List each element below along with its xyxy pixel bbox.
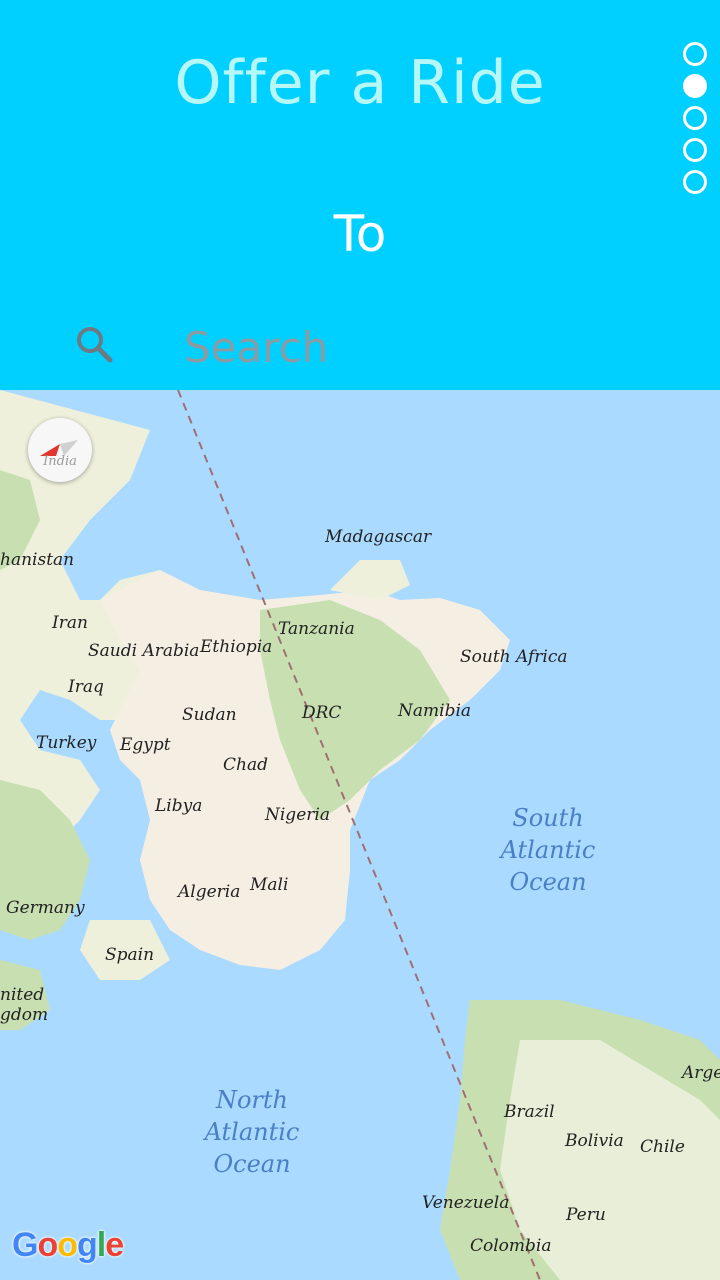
map-label: Ethiopia	[199, 637, 272, 657]
ocean-label: Atlantic	[203, 1118, 300, 1146]
map-label: hanistan	[0, 550, 74, 570]
map-label: DRC	[301, 703, 341, 723]
ocean-label: Ocean	[509, 868, 586, 896]
map-label: Iraq	[67, 677, 104, 697]
map-label: Saudi Arabia	[88, 641, 199, 661]
map-label: Madagascar	[324, 527, 432, 547]
map-label: Nigeria	[264, 805, 330, 825]
map-label: South Africa	[460, 647, 568, 667]
map-label: Egypt	[119, 735, 171, 755]
map-label: Tanzania	[278, 619, 355, 639]
step-dot-2-active[interactable]	[683, 74, 707, 98]
search-input[interactable]	[182, 316, 666, 378]
map-label: Mali	[249, 875, 288, 895]
ocean-label: Ocean	[213, 1150, 290, 1178]
step-dot-3[interactable]	[683, 106, 707, 130]
app-header: Offer a Ride To	[0, 0, 720, 390]
map-label: Chile	[640, 1137, 685, 1157]
compass-icon	[40, 440, 78, 456]
map-label: Brazil	[503, 1102, 555, 1122]
map-label: Colombia	[470, 1236, 552, 1256]
map-label: Argen	[680, 1063, 720, 1083]
map-label: Sudan	[182, 705, 237, 725]
map-label: Turkey	[36, 733, 97, 753]
page-title: Offer a Ride	[174, 48, 546, 118]
step-dot-5[interactable]	[683, 170, 707, 194]
map-label: nited	[0, 985, 44, 1005]
map-label: Namibia	[397, 701, 471, 721]
map-label: gdom	[0, 1005, 48, 1025]
map-label: Venezuela	[422, 1193, 509, 1213]
map-canvas[interactable]: Madagascar hanistan Iran Saudi Arabia Ir…	[0, 390, 720, 1280]
step-indicator	[683, 42, 707, 202]
step-dot-4[interactable]	[683, 138, 707, 162]
map-label: Bolivia	[564, 1131, 624, 1151]
map-label: Libya	[154, 796, 202, 816]
ocean-label: South	[512, 804, 583, 832]
step-label: To	[333, 205, 387, 263]
ocean-label: Atlantic	[499, 836, 596, 864]
ocean-label: North	[215, 1086, 288, 1114]
compass-button[interactable]: India	[28, 418, 92, 482]
compass-label: India	[43, 454, 77, 469]
map-view[interactable]: Madagascar hanistan Iran Saudi Arabia Ir…	[0, 390, 720, 1280]
map-label: Spain	[105, 945, 154, 965]
map-label: Germany	[6, 898, 85, 918]
map-label: Algeria	[176, 882, 240, 902]
map-label: Chad	[223, 755, 268, 775]
map-label: Peru	[565, 1205, 606, 1225]
step-dot-1[interactable]	[683, 42, 707, 66]
map-label: Iran	[51, 613, 88, 633]
google-logo: Google	[12, 1226, 124, 1264]
search-icon[interactable]	[74, 324, 114, 364]
